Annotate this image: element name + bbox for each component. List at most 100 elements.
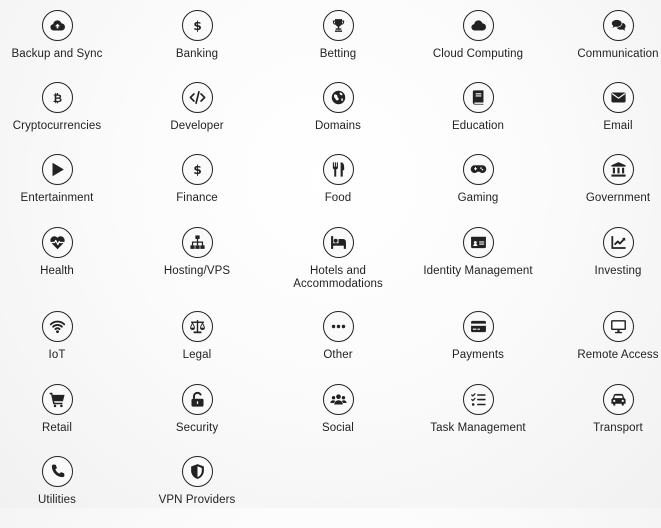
category-label: Hosting/VPS	[163, 265, 231, 277]
category-label: Transport	[593, 422, 643, 434]
category-label: Food	[324, 192, 352, 204]
bitcoin-icon: ₿	[41, 82, 73, 113]
category-label: Remote Access	[577, 349, 659, 361]
svg-text:₿: ₿	[52, 91, 61, 105]
gamepad-icon	[462, 154, 494, 185]
category-grid: Backup and Sync $ Banking Betting Cloud Comp…	[0, 0, 661, 508]
category-label: VPN Providers	[158, 494, 236, 506]
category-label: Communication	[577, 48, 659, 60]
category-label: Legal	[182, 349, 212, 361]
category-tile-vpn-providers[interactable]: VPN Providers	[127, 456, 267, 528]
category-label: Security	[175, 422, 219, 434]
category-label: Government	[585, 192, 651, 204]
heartbeat-icon	[41, 227, 73, 258]
wifi-icon	[41, 311, 73, 342]
scale-icon	[181, 311, 213, 342]
category-tile-banking[interactable]: $ Banking	[127, 10, 267, 82]
bed-icon	[322, 227, 354, 258]
category-tile-communication[interactable]: Communication	[548, 10, 661, 82]
category-label: Gaming	[457, 192, 499, 204]
category-tile-cloud-computing[interactable]: Cloud Computing	[408, 10, 548, 82]
cloud-upload-icon	[41, 10, 73, 41]
tasks-icon	[462, 384, 494, 415]
category-tile-domains[interactable]: Domains	[268, 82, 408, 154]
ellipsis-icon	[322, 311, 354, 342]
cart-icon	[41, 384, 73, 415]
category-label: Other	[323, 349, 353, 361]
landmark-icon	[602, 154, 634, 185]
trophy-icon	[322, 10, 354, 41]
category-tile-government[interactable]: Government	[548, 154, 661, 226]
book-icon	[462, 82, 494, 113]
category-label: Health	[40, 265, 74, 277]
category-label: Entertainment	[20, 192, 94, 204]
category-tile-food[interactable]: Food	[268, 154, 408, 226]
category-tile-identity-management[interactable]: Identity Management	[408, 227, 548, 299]
shield-icon	[181, 456, 213, 487]
svg-text:$: $	[193, 19, 201, 33]
category-label: Social	[322, 422, 354, 434]
credit-card-icon	[462, 311, 494, 342]
category-label: Backup and Sync	[11, 48, 103, 60]
category-tile-hosting-vps[interactable]: Hosting/VPS	[127, 227, 267, 299]
category-label: Domains	[314, 120, 362, 132]
category-tile-finance[interactable]: $ Finance	[127, 154, 267, 226]
category-tile-hotels-and-accommodations[interactable]: Hotels and Accommodations	[268, 227, 408, 299]
category-tile-developer[interactable]: Developer	[127, 82, 267, 154]
utensils-icon	[322, 154, 354, 185]
category-tile-investing[interactable]: Investing	[548, 227, 661, 299]
category-tile-utilities[interactable]: Utilities	[0, 456, 127, 528]
category-tile-transport[interactable]: Transport	[548, 384, 661, 456]
phone-icon	[41, 456, 73, 487]
category-tile-social[interactable]: Social	[268, 384, 408, 456]
category-label: Identity Management	[423, 265, 533, 277]
category-tile-iot[interactable]: IoT	[0, 311, 127, 383]
category-label: Cloud Computing	[432, 48, 524, 60]
category-tile-remote-access[interactable]: Remote Access	[548, 311, 661, 383]
category-label: Betting	[319, 48, 357, 60]
envelope-icon	[602, 82, 634, 113]
category-label: Task Management	[430, 422, 526, 434]
category-label: Retail	[41, 422, 72, 434]
unlock-icon	[181, 384, 213, 415]
category-tile-entertainment[interactable]: Entertainment	[0, 154, 127, 226]
category-tile-payments[interactable]: Payments	[408, 311, 548, 383]
code-icon	[181, 82, 213, 113]
category-label: Email	[603, 120, 633, 132]
category-tile-backup-and-sync[interactable]: Backup and Sync	[0, 10, 127, 82]
dollar-icon: $	[181, 154, 213, 185]
sitemap-icon	[181, 227, 213, 258]
category-label: Utilities	[38, 494, 76, 506]
desktop-icon	[602, 311, 634, 342]
category-tile-health[interactable]: Health	[0, 227, 127, 299]
category-tile-betting[interactable]: Betting	[268, 10, 408, 82]
category-label: Cryptocurrencies	[12, 120, 102, 132]
category-label: Payments	[452, 349, 504, 361]
category-tile-email[interactable]: Email	[548, 82, 661, 154]
dollar-icon: $	[181, 10, 213, 41]
category-label: Finance	[176, 192, 218, 204]
globe-icon	[322, 82, 354, 113]
cloud-icon	[462, 10, 494, 41]
chart-line-icon	[602, 227, 634, 258]
users-icon	[322, 384, 354, 415]
category-label: Investing	[594, 265, 642, 277]
car-icon	[602, 384, 634, 415]
category-tile-other[interactable]: Other	[268, 311, 408, 383]
category-label: Developer	[170, 120, 224, 132]
category-tile-security[interactable]: Security	[127, 384, 267, 456]
play-icon	[41, 154, 73, 185]
category-tile-task-management[interactable]: Task Management	[408, 384, 548, 456]
chat-icon	[602, 10, 634, 41]
category-label: IoT	[48, 349, 66, 361]
category-tile-legal[interactable]: Legal	[127, 311, 267, 383]
category-tile-gaming[interactable]: Gaming	[408, 154, 548, 226]
svg-text:$: $	[193, 163, 201, 177]
category-label: Banking	[175, 48, 219, 60]
category-tile-cryptocurrencies[interactable]: ₿ Cryptocurrencies	[0, 82, 127, 154]
category-tile-retail[interactable]: Retail	[0, 384, 127, 456]
id-card-icon	[462, 227, 494, 258]
category-label: Education	[451, 120, 505, 132]
category-tile-education[interactable]: Education	[408, 82, 548, 154]
category-label: Hotels and Accommodations	[293, 265, 383, 290]
